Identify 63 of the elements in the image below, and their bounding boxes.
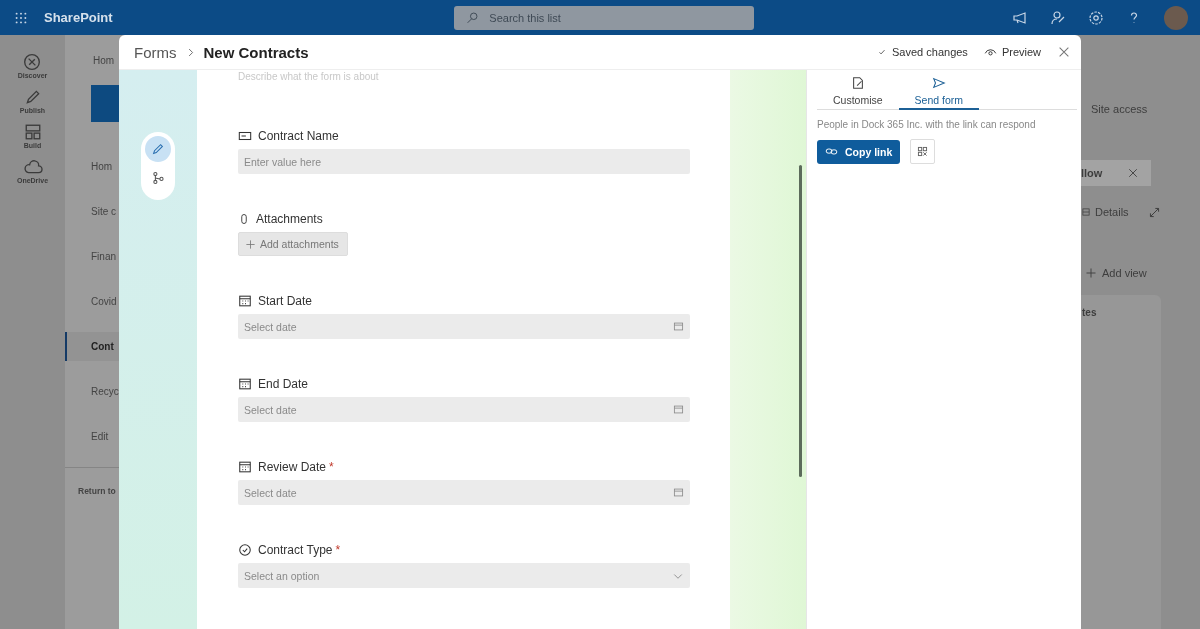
required-marker: *	[329, 460, 334, 474]
follow-button[interactable]: llow	[1081, 160, 1151, 186]
field-label: Attachments	[256, 212, 323, 226]
field-label: Review Date	[258, 460, 327, 474]
date-field[interactable]: Select date	[238, 397, 690, 422]
check-circle-icon	[238, 543, 252, 557]
app-launcher-icon	[14, 10, 28, 25]
panel-tab[interactable]: Customise	[817, 70, 899, 110]
megaphone-icon	[1012, 9, 1028, 26]
field-label: End Date	[258, 377, 309, 391]
panel-tab[interactable]: Send form	[898, 70, 980, 110]
calendar-icon	[238, 294, 252, 308]
send-icon	[931, 76, 946, 90]
form-title: New Contracts	[203, 43, 309, 61]
branch-icon	[151, 171, 165, 185]
close-icon	[1057, 45, 1071, 59]
date-field[interactable]: Select date	[238, 480, 690, 505]
qr-code-button[interactable]	[910, 139, 936, 164]
expand-icon	[1148, 206, 1161, 219]
scrollbar[interactable]	[799, 165, 802, 477]
calendar-icon	[238, 377, 252, 391]
copy-link-button[interactable]: Copy link	[817, 139, 901, 164]
card-title: tes	[1081, 306, 1098, 318]
note-edit-icon	[850, 76, 865, 90]
link-icon	[825, 145, 838, 158]
calendar-icon	[673, 404, 684, 415]
date-field[interactable]: Select date	[238, 314, 690, 339]
details-icon	[1081, 207, 1091, 217]
search-icon	[466, 11, 480, 24]
search-field[interactable]: Search this list	[454, 5, 755, 30]
share-note: People in Dock 365 Inc. with the link can respond	[817, 119, 1037, 130]
compass-icon	[23, 53, 42, 71]
dropdown-field[interactable]: Select an option	[238, 563, 690, 588]
qr-code-icon	[916, 145, 930, 158]
preview-button[interactable]: Preview	[983, 45, 1041, 59]
calendar-icon	[673, 487, 684, 498]
checkmark-icon	[877, 47, 888, 57]
pencil-icon	[151, 142, 165, 156]
add-attachments-button[interactable]: Add attachments	[238, 232, 348, 256]
required-marker: *	[335, 543, 341, 557]
person-feedback-icon	[1050, 9, 1066, 26]
field-label: Contract Name	[258, 129, 339, 143]
breadcrumb-link[interactable]: Forms	[134, 43, 177, 61]
calendar-icon	[673, 321, 684, 332]
site-logo	[91, 85, 121, 122]
site-access-link[interactable]: Site access	[1091, 103, 1148, 115]
close-icon	[1127, 167, 1139, 179]
calendar-icon	[238, 460, 252, 474]
add-view-button[interactable]: Add view	[1102, 267, 1147, 279]
text-field-icon	[238, 129, 252, 143]
field-label: Start Date	[258, 294, 313, 308]
details-button[interactable]: Details	[1095, 206, 1129, 218]
cloud-icon	[22, 158, 43, 176]
plus-icon	[245, 238, 256, 250]
pen-icon	[23, 88, 42, 106]
settings-icon	[1088, 9, 1104, 26]
layout-icon	[23, 123, 42, 141]
plus-icon	[1085, 267, 1097, 279]
edit-tool[interactable]	[145, 136, 171, 162]
app-name[interactable]: SharePoint	[44, 10, 113, 25]
input-field[interactable]: Enter value here	[238, 149, 690, 174]
field-label: Contract Type	[258, 543, 333, 557]
save-status: Saved changes	[892, 46, 968, 58]
